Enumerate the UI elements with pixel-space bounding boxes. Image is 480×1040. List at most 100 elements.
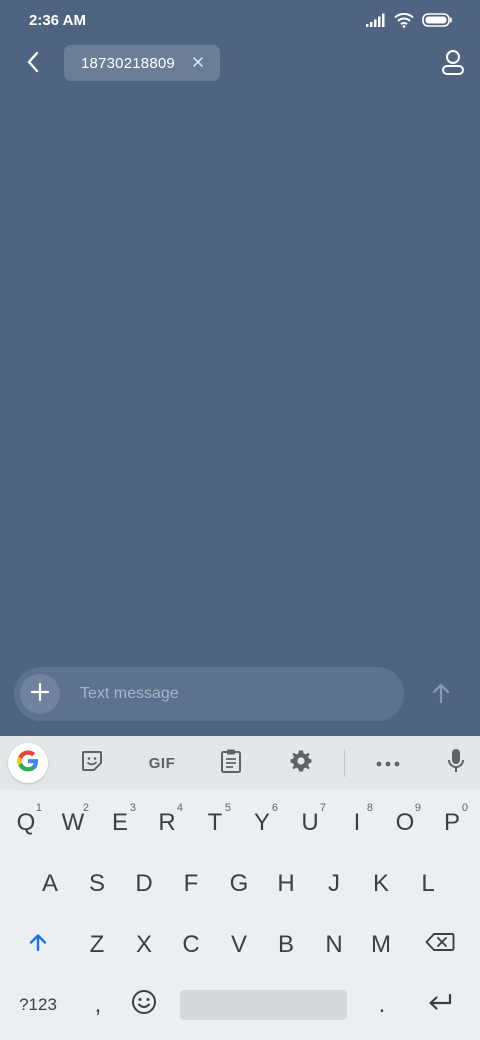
backspace-key[interactable] bbox=[418, 921, 462, 969]
key-label: H bbox=[277, 870, 295, 897]
plus-icon bbox=[30, 682, 50, 707]
sticker-button[interactable] bbox=[72, 743, 112, 783]
key-label: P bbox=[443, 809, 460, 836]
key-p[interactable]: P 0 bbox=[430, 799, 474, 847]
key-label: U bbox=[301, 809, 319, 836]
back-arrow-icon bbox=[26, 51, 40, 78]
conversation-header: 18730218809 bbox=[0, 44, 480, 84]
send-arrow-icon bbox=[431, 682, 451, 709]
sticker-icon bbox=[80, 749, 104, 778]
voice-input-button[interactable] bbox=[436, 743, 476, 783]
toolbar-divider bbox=[344, 749, 345, 777]
key-y[interactable]: Y 6 bbox=[240, 799, 284, 847]
key-label: K bbox=[372, 870, 389, 897]
key-k[interactable]: K bbox=[359, 860, 403, 908]
key-b[interactable]: B bbox=[264, 921, 308, 969]
status-icons bbox=[366, 12, 452, 32]
key-h[interactable]: H bbox=[264, 860, 308, 908]
attach-button[interactable] bbox=[20, 674, 60, 714]
key-hint: 7 bbox=[319, 802, 326, 814]
key-label: E bbox=[111, 809, 128, 836]
key-e[interactable]: E 3 bbox=[98, 799, 142, 847]
key-label: A bbox=[41, 870, 58, 897]
key-label: F bbox=[183, 870, 199, 897]
key-u[interactable]: U 7 bbox=[288, 799, 332, 847]
key-s[interactable]: S bbox=[75, 860, 119, 908]
key-label: I bbox=[353, 809, 361, 836]
key-hint: 1 bbox=[35, 802, 42, 814]
key-g[interactable]: G bbox=[217, 860, 261, 908]
shift-icon bbox=[28, 931, 48, 959]
key-f[interactable]: F bbox=[169, 860, 213, 908]
comma-key[interactable]: , bbox=[76, 981, 120, 1029]
key-label: L bbox=[421, 870, 435, 897]
settings-button[interactable] bbox=[281, 743, 321, 783]
key-c[interactable]: C bbox=[169, 921, 213, 969]
key-m[interactable]: M bbox=[359, 921, 403, 969]
mic-icon bbox=[447, 748, 465, 779]
gear-icon bbox=[289, 749, 313, 778]
key-label: R bbox=[158, 809, 176, 836]
wifi-icon bbox=[394, 12, 414, 33]
more-icon bbox=[376, 754, 400, 772]
remove-recipient-button[interactable] bbox=[190, 54, 206, 72]
key-label: . bbox=[378, 991, 386, 1018]
keyboard: G I F Q 1 W 2 E 3 R 4 T 5 Y 6 U 7 I 8 O 9 … bbox=[0, 736, 480, 1040]
symbols-key[interactable]: ?123 bbox=[12, 981, 64, 1029]
key-label: W bbox=[61, 809, 85, 836]
key-hint: 9 bbox=[414, 802, 421, 814]
key-hint: 2 bbox=[82, 802, 89, 814]
key-z[interactable]: Z bbox=[75, 921, 119, 969]
key-label: Z bbox=[89, 931, 105, 958]
key-label: V bbox=[230, 931, 247, 958]
key-j[interactable]: J bbox=[312, 860, 356, 908]
key-a[interactable]: A bbox=[28, 860, 72, 908]
recipient-chip[interactable]: 18730218809 bbox=[64, 45, 220, 81]
contact-button[interactable] bbox=[438, 48, 468, 80]
space-key[interactable] bbox=[180, 990, 347, 1020]
key-label: T bbox=[207, 809, 223, 836]
key-label: , bbox=[94, 991, 102, 1018]
more-button[interactable] bbox=[368, 743, 408, 783]
send-button[interactable] bbox=[424, 678, 458, 712]
key-hint: 0 bbox=[461, 802, 468, 814]
shift-key[interactable] bbox=[16, 921, 60, 969]
key-label: D bbox=[135, 870, 153, 897]
key-label: B bbox=[277, 931, 294, 958]
smiley-icon bbox=[131, 989, 157, 1022]
person-icon bbox=[441, 49, 465, 80]
key-label: S bbox=[88, 870, 105, 897]
key-d[interactable]: D bbox=[122, 860, 166, 908]
key-v[interactable]: V bbox=[217, 921, 261, 969]
key-w[interactable]: W 2 bbox=[51, 799, 95, 847]
status-time: 2:36 AM bbox=[29, 12, 86, 29]
key-i[interactable]: I 8 bbox=[335, 799, 379, 847]
message-composer bbox=[14, 667, 404, 721]
gif-icon: GIF bbox=[148, 754, 176, 772]
key-r[interactable]: R 4 bbox=[145, 799, 189, 847]
keyboard-toolbar: GIF bbox=[0, 736, 480, 790]
key-o[interactable]: O 9 bbox=[383, 799, 427, 847]
clipboard-button[interactable] bbox=[211, 743, 251, 783]
key-l[interactable]: L bbox=[406, 860, 450, 908]
key-label: Q bbox=[16, 809, 36, 836]
google-icon bbox=[15, 748, 41, 779]
gif-button[interactable]: GIF bbox=[140, 743, 184, 783]
enter-key[interactable] bbox=[418, 981, 462, 1029]
key-x[interactable]: X bbox=[122, 921, 166, 969]
period-key[interactable]: . bbox=[360, 981, 404, 1029]
emoji-key[interactable] bbox=[122, 981, 166, 1029]
key-label: M bbox=[371, 931, 391, 958]
enter-icon bbox=[427, 991, 453, 1019]
key-label: O bbox=[395, 809, 415, 836]
google-search-button[interactable] bbox=[8, 743, 48, 783]
back-button[interactable] bbox=[18, 48, 48, 80]
status-bar: 2:36 AM bbox=[0, 0, 480, 44]
key-n[interactable]: N bbox=[312, 921, 356, 969]
key-hint: 4 bbox=[176, 802, 183, 814]
message-input[interactable] bbox=[76, 667, 376, 721]
key-q[interactable]: Q 1 bbox=[4, 799, 48, 847]
key-t[interactable]: T 5 bbox=[193, 799, 237, 847]
signal-icon bbox=[366, 13, 386, 32]
key-hint: 3 bbox=[129, 802, 136, 814]
